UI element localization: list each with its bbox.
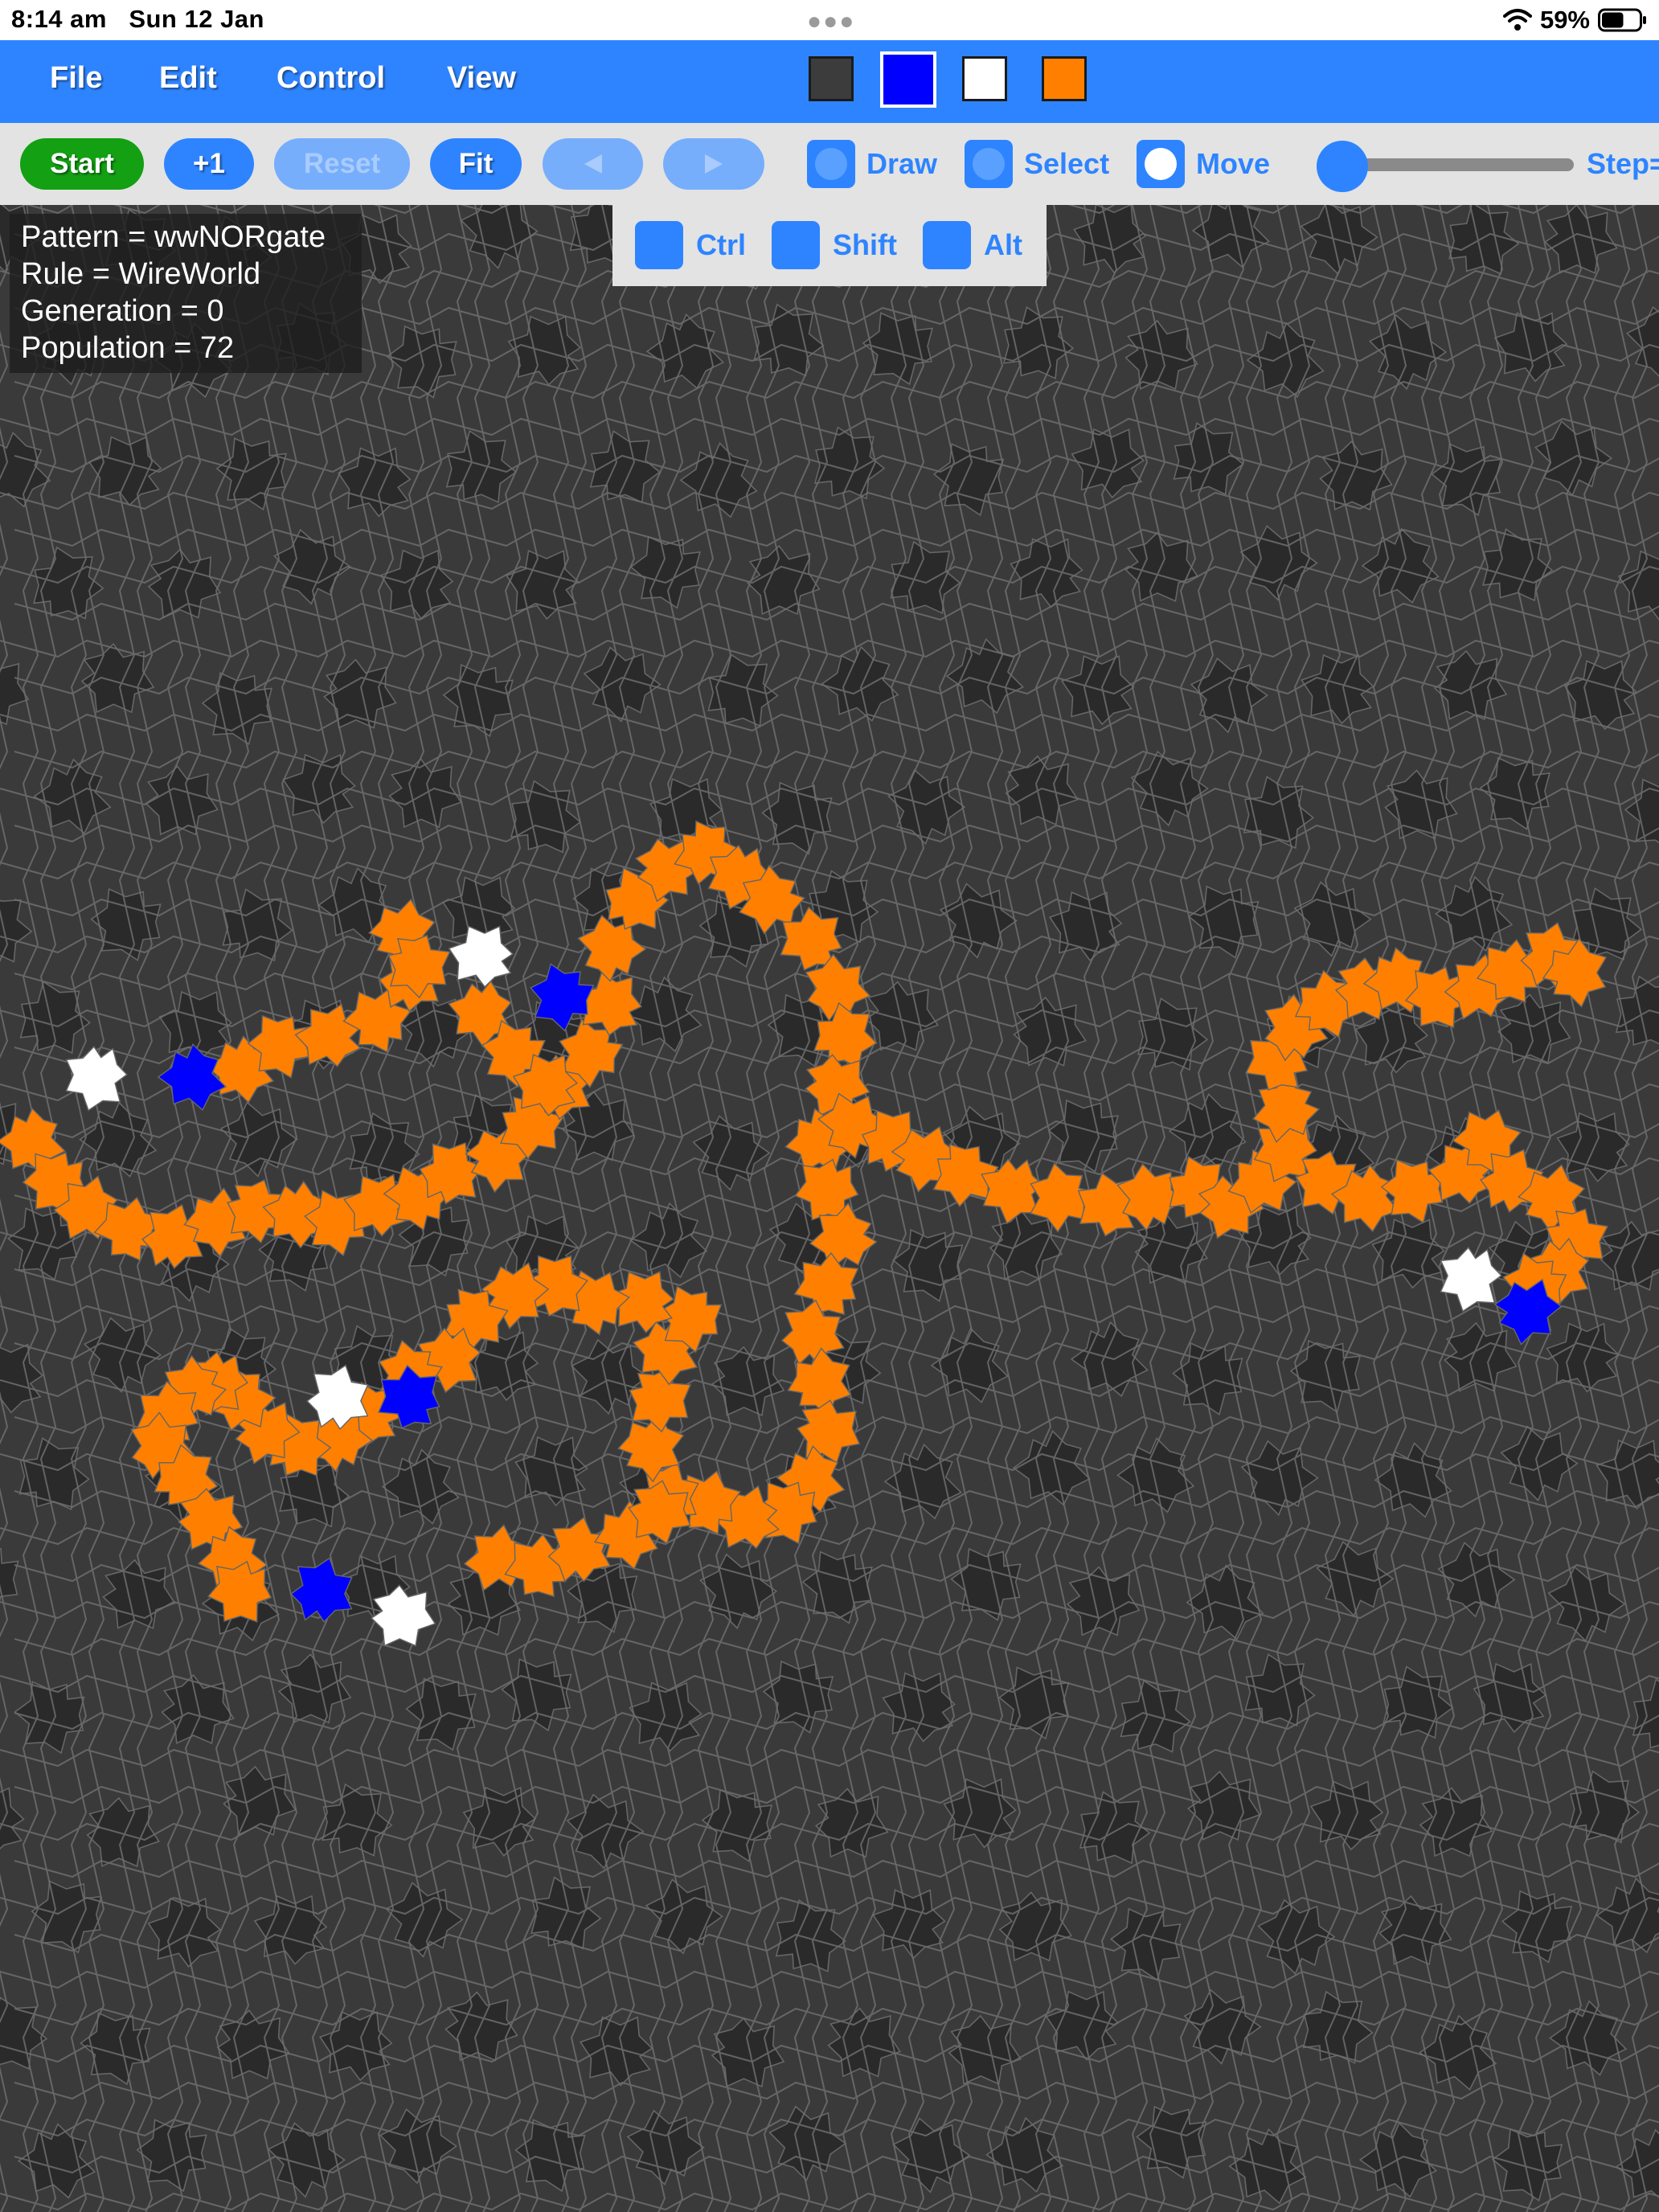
- mode-draw-label: Draw: [866, 147, 938, 180]
- color-swatch-state-0[interactable]: [809, 56, 854, 101]
- alt-toggle[interactable]: [923, 221, 971, 269]
- ctrl-toggle[interactable]: [635, 221, 683, 269]
- mode-move-label: Move: [1196, 147, 1271, 180]
- slider-thumb[interactable]: [1317, 141, 1368, 192]
- color-swatch-state-3[interactable]: [1042, 56, 1087, 101]
- info-panel: Pattern = wwNORgate Rule = WireWorld Gen…: [10, 214, 362, 373]
- wifi-icon: [1502, 9, 1532, 31]
- modifier-shift-label: Shift: [833, 228, 897, 261]
- slider-track[interactable]: [1333, 158, 1574, 171]
- step-label: Step=: [1587, 147, 1659, 180]
- battery-percent: 59%: [1539, 6, 1590, 34]
- menu-control[interactable]: Control: [276, 61, 385, 96]
- status-time-date: 8:14 am Sun 12 Jan: [11, 5, 264, 34]
- modifier-ctrl[interactable]: Ctrl: [635, 221, 746, 269]
- modifier-shift[interactable]: Shift: [772, 221, 897, 269]
- info-rule: Rule = WireWorld: [21, 257, 261, 291]
- toolbar: Start +1 Reset Fit Draw Select Move Step…: [0, 123, 1659, 205]
- info-generation: Generation = 0: [21, 294, 224, 328]
- status-bar: 8:14 am Sun 12 Jan ●●● 59%: [0, 0, 1659, 40]
- menu-edit[interactable]: Edit: [159, 61, 217, 96]
- modifier-ctrl-label: Ctrl: [696, 228, 746, 261]
- status-time: 8:14 am: [11, 5, 107, 33]
- mode-draw[interactable]: Draw: [807, 139, 937, 189]
- triangle-left-icon: [584, 154, 602, 174]
- info-pattern: Pattern = wwNORgate: [21, 220, 326, 254]
- pattern-canvas[interactable]: [0, 205, 1659, 2212]
- draw-radio[interactable]: [807, 140, 855, 188]
- status-date: Sun 12 Jan: [129, 5, 264, 33]
- menu-bar: File Edit Control View: [0, 40, 1659, 123]
- menu-view[interactable]: View: [447, 61, 516, 96]
- mode-select-label: Select: [1024, 147, 1110, 180]
- mode-select[interactable]: Select: [965, 139, 1109, 189]
- modifier-panel: Ctrl Shift Alt: [612, 205, 1047, 286]
- fit-button[interactable]: Fit: [430, 138, 522, 190]
- move-radio[interactable]: [1137, 140, 1185, 188]
- redo-button[interactable]: [663, 138, 764, 190]
- modifier-alt[interactable]: Alt: [923, 221, 1022, 269]
- color-swatch-state-1[interactable]: [880, 51, 936, 108]
- undo-button[interactable]: [543, 138, 643, 190]
- menu-file[interactable]: File: [50, 61, 102, 96]
- modifier-alt-label: Alt: [984, 228, 1022, 261]
- battery-icon: [1598, 8, 1646, 32]
- triangle-right-icon: [705, 154, 723, 174]
- color-swatch-state-2[interactable]: [962, 56, 1007, 101]
- radio-dot-icon: [973, 148, 1005, 180]
- shift-toggle[interactable]: [772, 221, 820, 269]
- start-button[interactable]: Start: [20, 138, 144, 190]
- info-population: Population = 72: [21, 331, 235, 365]
- select-radio[interactable]: [965, 140, 1013, 188]
- step-one-button[interactable]: +1: [164, 138, 254, 190]
- step-slider[interactable]: [1317, 141, 1575, 192]
- status-right: 59%: [1502, 5, 1648, 35]
- mode-move[interactable]: Move: [1137, 139, 1270, 189]
- radio-dot-icon: [1145, 148, 1177, 180]
- multitasking-dots-icon[interactable]: ●●●: [807, 8, 855, 35]
- reset-button[interactable]: Reset: [274, 138, 410, 190]
- radio-dot-icon: [815, 148, 847, 180]
